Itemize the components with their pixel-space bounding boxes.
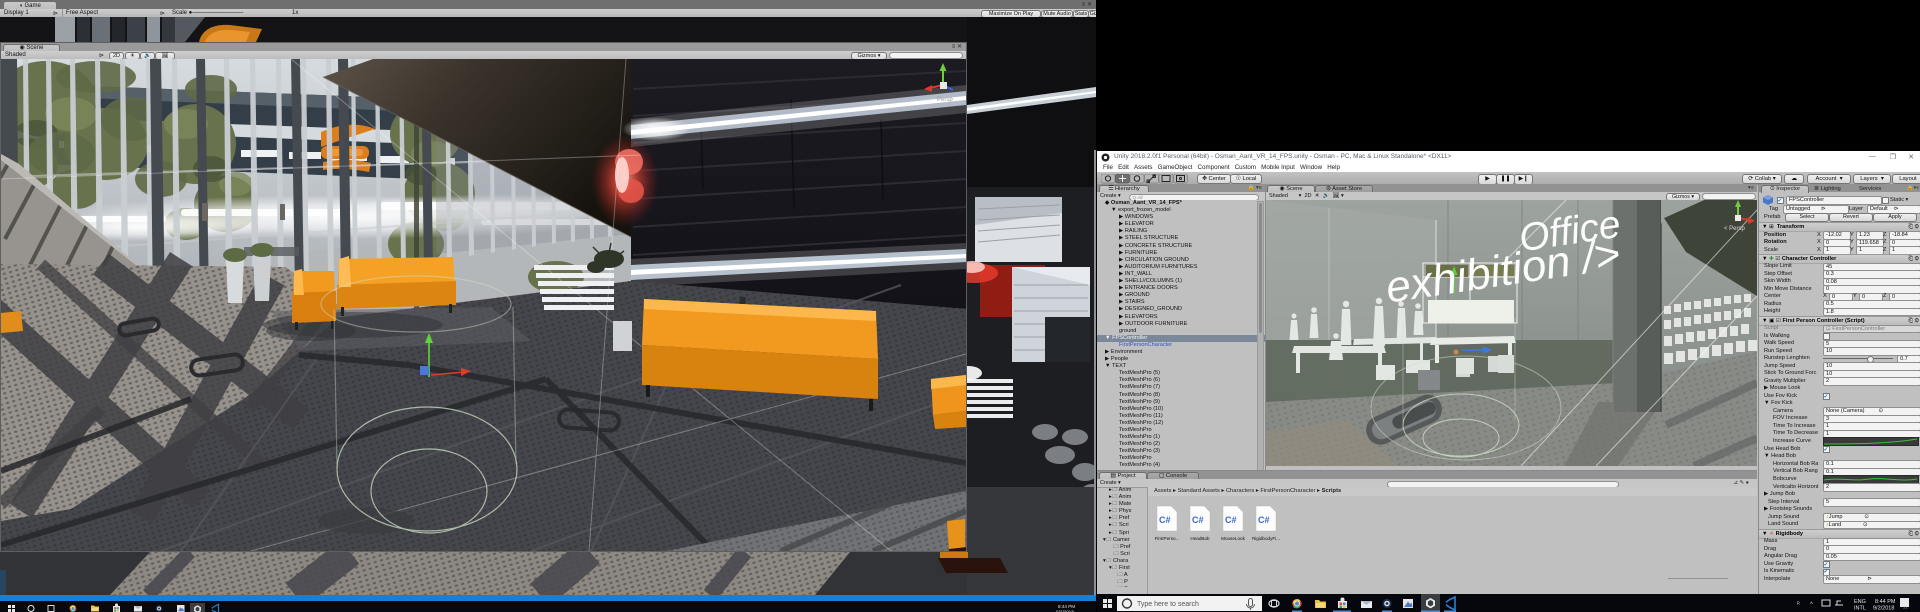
svg-text:C#: C# bbox=[1225, 515, 1237, 525]
svg-text:C#: C# bbox=[1258, 515, 1270, 525]
svg-text:FirstPerso...: FirstPerso... bbox=[1155, 536, 1180, 541]
svg-text:< Persp: < Persp bbox=[1724, 226, 1746, 232]
svg-text:MouseLook: MouseLook bbox=[1221, 536, 1245, 541]
svg-text:ENG: ENG bbox=[1854, 599, 1866, 605]
svg-text:C#: C# bbox=[1159, 515, 1171, 525]
svg-text:8:44 PM: 8:44 PM bbox=[1875, 599, 1896, 605]
svg-text:9/2/2018: 9/2/2018 bbox=[1873, 606, 1894, 612]
svg-text:HeadBob: HeadBob bbox=[1190, 536, 1210, 541]
svg-text:8:44 PM: 8:44 PM bbox=[1058, 604, 1075, 609]
svg-text:^: ^ bbox=[1810, 602, 1813, 608]
svg-text:INTL: INTL bbox=[1854, 606, 1866, 612]
svg-text:₂₂: ₂₂ bbox=[1903, 604, 1908, 610]
svg-text:C#: C# bbox=[1192, 515, 1204, 525]
svg-text:RigidbodyFi...: RigidbodyFi... bbox=[1252, 536, 1280, 541]
svg-text:ᴿ: ᴿ bbox=[1797, 601, 1800, 608]
svg-text:Persp: Persp bbox=[937, 97, 953, 103]
svg-text:Type here to search: Type here to search bbox=[1137, 601, 1199, 608]
